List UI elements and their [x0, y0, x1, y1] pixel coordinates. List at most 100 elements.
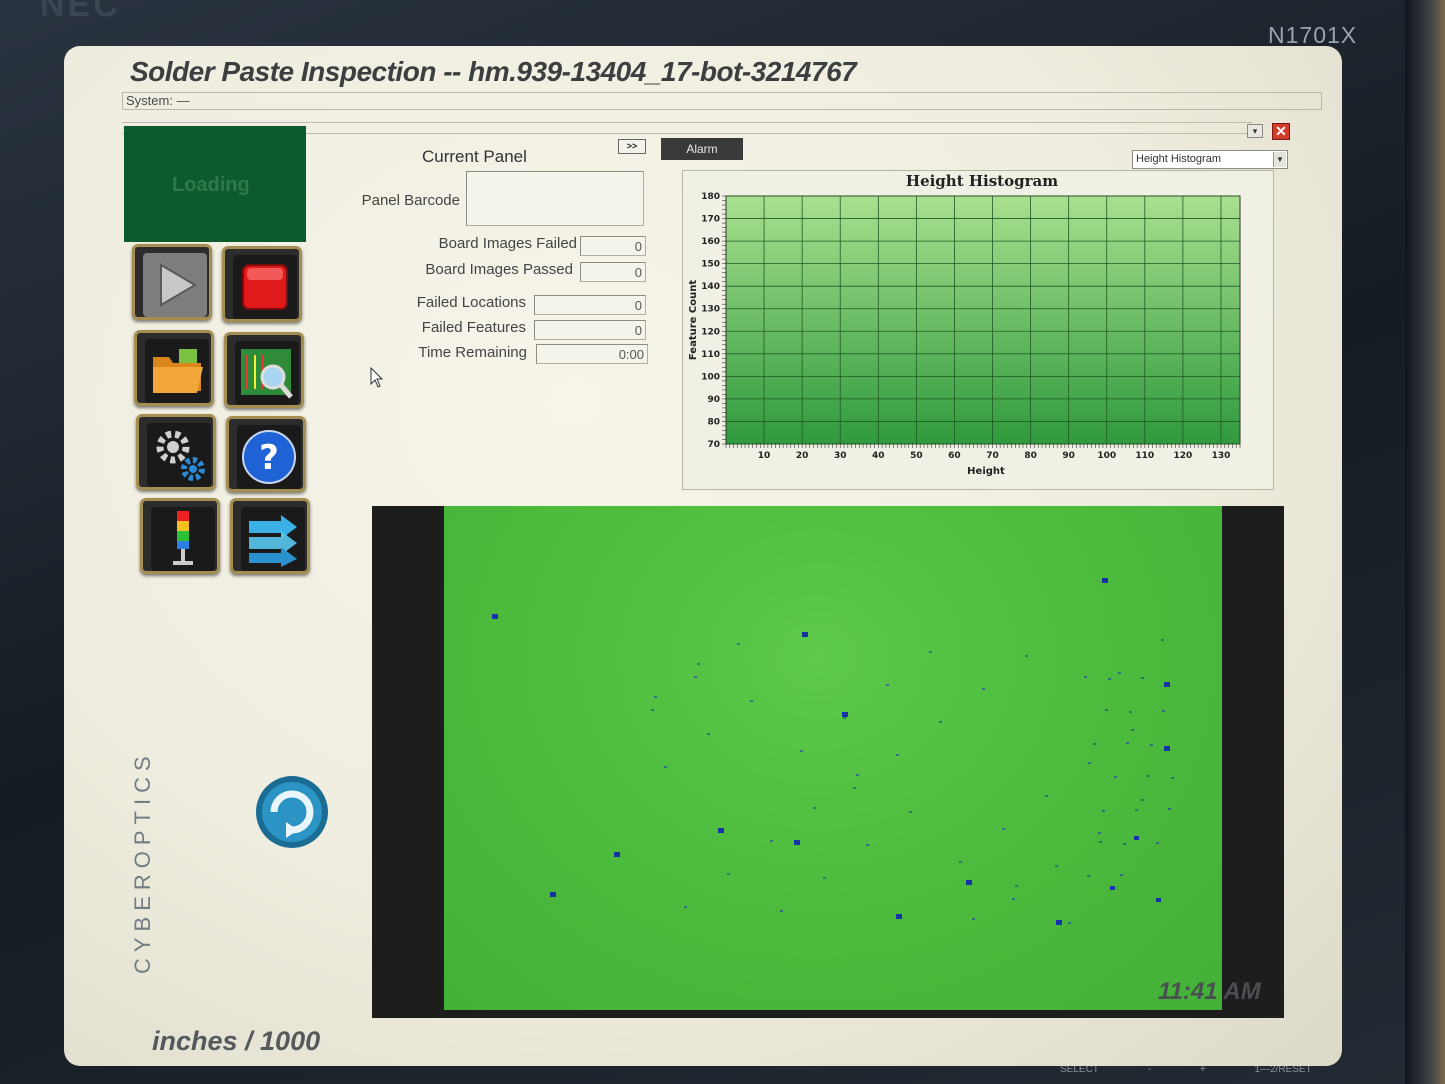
component-mark	[1156, 842, 1159, 844]
component-mark	[972, 918, 975, 920]
component-mark	[1162, 710, 1165, 712]
component-mark	[1141, 677, 1144, 679]
component-mark	[856, 774, 859, 776]
x-tick-label: 80	[1024, 451, 1037, 461]
component-mark	[886, 684, 889, 686]
settings-button[interactable]	[136, 414, 216, 490]
transfer-button[interactable]	[230, 498, 310, 574]
units-label: inches / 1000	[152, 1026, 321, 1056]
time-remaining-value: 0:00	[536, 344, 648, 364]
component-mark	[1098, 832, 1101, 834]
solder-pad-mark	[896, 914, 902, 919]
height-histogram-chart: Height Histogram Height Feature Count 10…	[688, 172, 1241, 477]
x-tick-label: 10	[758, 451, 771, 461]
component-mark	[1045, 795, 1048, 797]
solder-pad-mark	[966, 880, 972, 885]
x-tick-label: 130	[1212, 451, 1231, 461]
component-mark	[770, 840, 773, 842]
component-mark	[684, 906, 687, 908]
component-mark	[843, 717, 846, 719]
failed-locations-label: Failed Locations	[416, 294, 526, 311]
solder-pad-mark	[1134, 836, 1139, 840]
component-mark	[1093, 743, 1096, 745]
component-mark	[1171, 777, 1174, 779]
current-panel-title: Current Panel	[422, 147, 527, 166]
pcb-board-image	[444, 506, 1222, 1010]
failed-features-value: 0	[534, 320, 646, 340]
y-tick-label: 150	[701, 260, 720, 270]
x-tick-label: 50	[910, 451, 923, 461]
x-tick-label: 90	[1062, 451, 1075, 461]
board-images-passed-value: 0	[580, 262, 646, 282]
component-mark	[800, 750, 803, 752]
y-axis-label: Feature Count	[688, 280, 699, 360]
chart-title: Height Histogram	[906, 172, 1058, 190]
component-mark	[1168, 808, 1171, 810]
panel-barcode-field[interactable]	[466, 171, 644, 226]
solder-pad-mark	[492, 614, 498, 619]
x-tick-label: 120	[1173, 451, 1192, 461]
alarm-tab[interactable]: Alarm	[661, 138, 743, 160]
component-mark	[823, 877, 826, 879]
monitor-brand: NEC	[40, 0, 121, 24]
chevron-down-icon[interactable]: ▼	[1273, 152, 1286, 167]
component-mark	[1055, 865, 1058, 867]
help-button[interactable]: ?	[226, 416, 306, 492]
machine-status-box: Loading	[124, 126, 306, 242]
component-mark	[1147, 775, 1150, 777]
solder-pad-mark	[614, 852, 620, 857]
component-mark	[1120, 874, 1123, 876]
component-mark	[959, 861, 962, 863]
component-mark	[1002, 828, 1005, 830]
component-mark	[909, 811, 912, 813]
component-mark	[1102, 810, 1105, 812]
component-mark	[982, 688, 985, 690]
histogram-type-select[interactable]: Height Histogram	[1132, 150, 1288, 169]
component-mark	[1123, 843, 1126, 845]
panel-barcode-label: Panel Barcode	[361, 192, 460, 209]
component-mark	[896, 754, 899, 756]
component-mark	[707, 733, 710, 735]
component-mark	[1129, 711, 1132, 713]
component-mark	[1099, 841, 1102, 843]
x-tick-label: 40	[872, 451, 885, 461]
solder-pad-mark	[1056, 920, 1062, 925]
board-image-view[interactable]	[372, 506, 1284, 1018]
component-mark	[1150, 744, 1153, 746]
close-button[interactable]: ✕	[1272, 123, 1290, 140]
status-text: Loading	[172, 174, 250, 196]
component-mark	[1114, 776, 1117, 778]
monitor-model: N1701X	[1268, 22, 1358, 48]
component-mark	[1161, 639, 1164, 641]
y-tick-label: 170	[701, 215, 720, 225]
minimize-button[interactable]: ▾	[1247, 124, 1263, 138]
x-tick-label: 70	[986, 451, 999, 461]
component-mark	[853, 787, 856, 789]
y-tick-label: 80	[707, 417, 720, 427]
stop-button[interactable]	[222, 246, 302, 322]
play-button[interactable]	[132, 244, 212, 320]
expand-panel-button[interactable]: >>	[618, 139, 646, 154]
stack-light-button[interactable]	[140, 498, 220, 574]
component-mark	[727, 873, 730, 875]
y-tick-label: 140	[701, 282, 720, 292]
component-mark	[1141, 799, 1144, 801]
component-mark	[1015, 885, 1018, 887]
board-inspect-button[interactable]	[224, 332, 304, 408]
open-folder-button[interactable]	[134, 330, 214, 406]
screen: Solder Paste Inspection -- hm.939-13404_…	[64, 46, 1342, 1066]
solder-pad-mark	[1110, 886, 1115, 890]
component-mark	[1118, 672, 1121, 674]
y-tick-label: 110	[701, 350, 720, 360]
cyberoptics-logo: CYBEROPTICS	[130, 750, 155, 974]
failed-locations-value: 0	[534, 295, 646, 315]
solder-pad-mark	[1156, 898, 1161, 902]
component-mark	[1108, 678, 1111, 680]
x-tick-label: 60	[948, 451, 961, 461]
refresh-button[interactable]	[252, 772, 332, 857]
solder-pad-mark	[1102, 578, 1108, 583]
component-mark	[929, 651, 932, 653]
solder-pad-mark	[802, 632, 808, 637]
component-mark	[780, 910, 783, 912]
component-mark	[866, 844, 869, 846]
